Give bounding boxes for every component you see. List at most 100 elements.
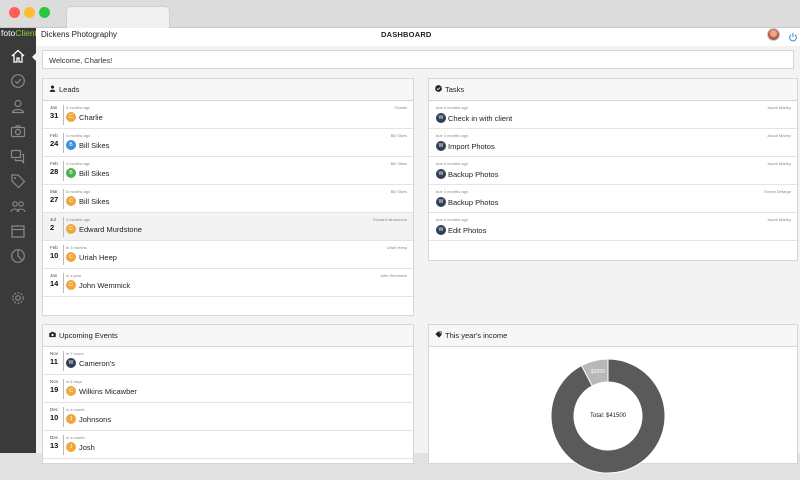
owner-label: Charlie: [394, 105, 407, 110]
events-title: Upcoming Events: [59, 331, 118, 340]
browser-tab[interactable]: [66, 6, 170, 28]
chat-icon[interactable]: [10, 148, 26, 164]
task-name[interactable]: Check in with client: [448, 114, 512, 123]
minimize-window-button[interactable]: [24, 7, 35, 18]
contact-name[interactable]: Edward Murdstone: [79, 225, 142, 234]
month-label: Feb: [50, 161, 58, 166]
day-label: 27: [50, 195, 59, 204]
due-label: due 4 months ago: [436, 217, 469, 222]
task-name[interactable]: Backup Photos: [448, 198, 498, 207]
day-label: 31: [50, 111, 59, 120]
contact-name[interactable]: Cameron's: [79, 359, 115, 368]
task-name[interactable]: Edit Photos: [448, 226, 486, 235]
contact-name[interactable]: Johnsons: [79, 415, 111, 424]
owner-label: Bill Sikes: [390, 161, 407, 166]
date-block: Feb 24: [50, 133, 62, 148]
day-label: 2: [50, 223, 55, 232]
income-panel: This year's income $3200 Total: $41500: [428, 324, 798, 474]
date-block: Jul 2: [50, 217, 62, 232]
relative-time: in 3 months: [66, 245, 87, 250]
event-row[interactable]: Dec 10 in a month J Johnsons: [43, 403, 413, 431]
contact-name[interactable]: Josh: [79, 443, 95, 452]
top-bar: Dickens Photography DASHBOARD: [36, 28, 800, 46]
assignee-label: Jacob Marley: [767, 161, 791, 166]
avatar[interactable]: [767, 28, 780, 41]
task-row[interactable]: due 4 months ago Jacob Marley W Backup Phot…: [429, 157, 797, 185]
pie-chart-icon[interactable]: [10, 248, 26, 264]
contact-name[interactable]: Bill Sikes: [79, 141, 109, 150]
leads-panel: Leads Jan 31 5 months ago Charlie C Charlie Fe…: [42, 78, 414, 316]
date-block: Feb 10: [50, 245, 62, 260]
assignee-label: Jacob Marley: [767, 105, 791, 110]
task-row[interactable]: due 4 months ago Jacob Marley W Edit Photos: [429, 213, 797, 241]
date-divider: [63, 435, 64, 455]
tasks-panel: Tasks due 4 months ago Jacob Marley W Check…: [428, 78, 798, 261]
event-row[interactable]: Nov 19 in 8 days C Wilkins Micawber: [43, 375, 413, 403]
initial-badge: B: [66, 168, 76, 178]
day-label: 10: [50, 413, 59, 422]
date-divider: [63, 189, 64, 209]
month-label: Dec: [50, 407, 59, 412]
power-icon[interactable]: [788, 29, 798, 42]
sidebar: [0, 28, 36, 453]
date-block: Feb 28: [50, 161, 62, 176]
month-label: Feb: [50, 245, 58, 250]
initial-badge: B: [66, 140, 76, 150]
close-window-button[interactable]: [9, 7, 20, 18]
maximize-window-button[interactable]: [39, 7, 50, 18]
initial-badge: W: [436, 141, 446, 151]
lead-row[interactable]: Feb 28 4 months ago Bill Sikes B Bill Sikes: [43, 157, 413, 185]
date-divider: [63, 245, 64, 265]
lead-row[interactable]: Jan 31 5 months ago Charlie C Charlie: [43, 101, 413, 129]
event-row[interactable]: Nov 11 in 7 hours W Cameron's: [43, 347, 413, 375]
initial-badge: C: [66, 252, 76, 262]
app-logo: fotoClient: [1, 28, 36, 38]
month-label: Jul: [50, 217, 56, 222]
company-name[interactable]: Dickens Photography: [41, 30, 117, 39]
event-row[interactable]: Dec 13 in a month J Josh: [43, 431, 413, 459]
initial-badge: C: [66, 196, 76, 206]
income-total-label: Total: $41500: [589, 413, 627, 419]
date-divider: [63, 351, 64, 371]
contact-name[interactable]: Uriah Heep: [79, 253, 117, 262]
lead-row[interactable]: Jan 14 in a year John Wemmick C John Wemmick: [43, 269, 413, 297]
task-name[interactable]: Backup Photos: [448, 170, 498, 179]
lead-row[interactable]: Jul 2 4 months ago Edward Murdstone C Edward …: [43, 213, 413, 241]
people-icon[interactable]: [10, 198, 26, 214]
contact-name[interactable]: John Wemmick: [79, 281, 130, 290]
contact-name[interactable]: Bill Sikes: [79, 169, 109, 178]
tasks-list: due 4 months ago Jacob Marley W Check in wi…: [429, 101, 797, 241]
lead-row[interactable]: Feb 24 4 months ago Bill Sikes B Bill Sikes: [43, 129, 413, 157]
calendar-icon[interactable]: [10, 223, 26, 239]
contact-name[interactable]: Bill Sikes: [79, 197, 109, 206]
income-donut-chart: $3200 Total: $41500: [549, 357, 667, 475]
task-row[interactable]: due 4 months ago Jacob Marley W Check in wi…: [429, 101, 797, 129]
main-content: Dickens Photography DASHBOARD Welcome, C…: [36, 28, 800, 474]
lead-row[interactable]: Mar 27 3 months ago Bill Sikes C Bill Sikes: [43, 185, 413, 213]
due-label: due 4 months ago: [436, 161, 469, 166]
assignee-label: Ernest Defarge: [764, 189, 791, 194]
camera-icon[interactable]: [10, 123, 26, 139]
initial-badge: W: [66, 358, 76, 368]
task-name[interactable]: Import Photos: [448, 142, 495, 151]
owner-label: John Wemmick: [379, 273, 407, 278]
assignee-label: Jacob Marley: [767, 133, 791, 138]
gear-icon[interactable]: [10, 290, 26, 306]
home-icon[interactable]: [10, 48, 26, 64]
initial-badge: J: [66, 414, 76, 424]
task-row[interactable]: due 4 months ago Jacob Marley W Import Phot…: [429, 129, 797, 157]
contact-name[interactable]: Wilkins Micawber: [79, 387, 137, 396]
user-icon[interactable]: [10, 98, 26, 114]
initial-badge: C: [66, 224, 76, 234]
task-row[interactable]: due 4 months ago Ernest Defarge W Backup Ph…: [429, 185, 797, 213]
tag-icon[interactable]: [10, 173, 26, 189]
due-label: due 4 months ago: [436, 133, 469, 138]
lead-row[interactable]: Feb 10 in 3 months Uriah Heep C Uriah Heep: [43, 241, 413, 269]
initial-badge: W: [436, 113, 446, 123]
relative-time: in 8 days: [66, 379, 83, 384]
contact-name[interactable]: Charlie: [79, 113, 103, 122]
check-circle-icon[interactable]: [10, 73, 26, 89]
date-block: Dec 13: [50, 435, 62, 450]
initial-badge: C: [66, 280, 76, 290]
income-slice-label: $3200: [591, 369, 605, 375]
